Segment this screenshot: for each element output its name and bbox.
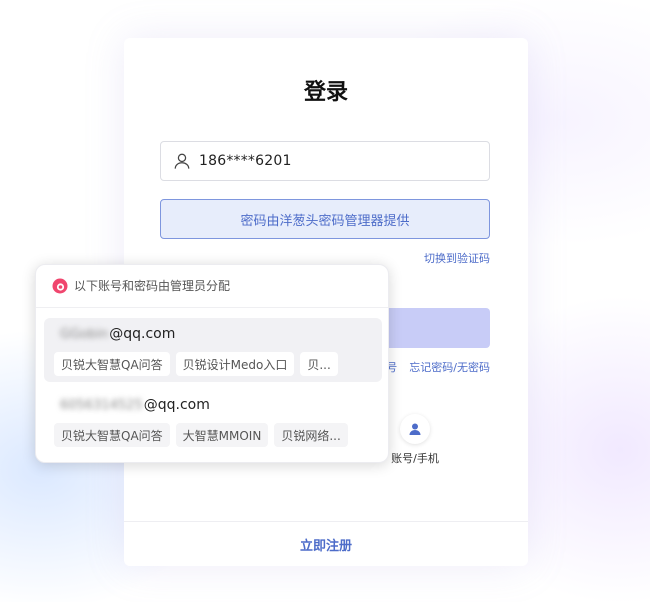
person-icon: [409, 423, 421, 435]
popup-divider: [36, 307, 388, 308]
account-email: 6056314525 @qq.com: [60, 397, 210, 413]
register-link[interactable]: 立即注册: [124, 535, 528, 554]
link-row: 号 忘记密码/无密码: [386, 359, 490, 375]
tag-chip[interactable]: 贝锐设计Medo入口: [175, 352, 295, 376]
account-option-2[interactable]: 6056314525 @qq.com 贝锐大智慧QA问答 大智慧MMOIN 贝锐…: [44, 389, 382, 453]
tag-chip[interactable]: 贝锐网络...: [274, 423, 348, 447]
account-email: GGobin @qq.com: [60, 326, 175, 342]
page-title: 登录: [303, 80, 348, 105]
tag-chip[interactable]: 贝锐大智慧QA问答: [54, 352, 170, 376]
account-option-1[interactable]: GGobin @qq.com 贝锐大智慧QA问答 贝锐设计Medo入口 贝...: [44, 318, 382, 382]
user-icon: [174, 153, 190, 169]
password-manager-popup: 以下账号和密码由管理员分配 GGobin @qq.com 贝锐大智慧QA问答 贝…: [35, 264, 389, 463]
popup-header: 以下账号和密码由管理员分配: [52, 277, 230, 294]
email-hidden-part: 6056314525: [60, 397, 143, 413]
social-login-account-phone[interactable]: 账号/手机: [380, 414, 450, 466]
account-value: 186****6201: [199, 153, 292, 169]
account-input[interactable]: 186****6201: [160, 141, 490, 181]
tag-list: 贝锐大智慧QA问答 大智慧MMOIN 贝锐网络...: [54, 423, 348, 447]
tag-chip[interactable]: 贝锐大智慧QA问答: [54, 423, 170, 447]
email-hidden-part: GGobin: [60, 326, 109, 342]
email-domain: @qq.com: [109, 326, 176, 342]
footer-divider: [124, 521, 528, 522]
social-circle: [400, 414, 430, 444]
switch-to-verification-code-link[interactable]: 切换到验证码: [424, 250, 490, 266]
popup-header-text: 以下账号和密码由管理员分配: [74, 279, 231, 293]
email-domain: @qq.com: [143, 397, 210, 413]
tag-list: 贝锐大智慧QA问答 贝锐设计Medo入口 贝...: [54, 352, 338, 376]
forgot-password-link[interactable]: 忘记密码/无密码: [409, 359, 490, 375]
password-manager-banner[interactable]: 密码由洋葱头密码管理器提供: [160, 199, 490, 239]
tag-chip[interactable]: 贝...: [300, 352, 338, 376]
onion-logo-icon: [52, 278, 68, 293]
tag-chip[interactable]: 大智慧MMOIN: [175, 423, 269, 447]
social-label: 账号/手机: [391, 452, 439, 465]
